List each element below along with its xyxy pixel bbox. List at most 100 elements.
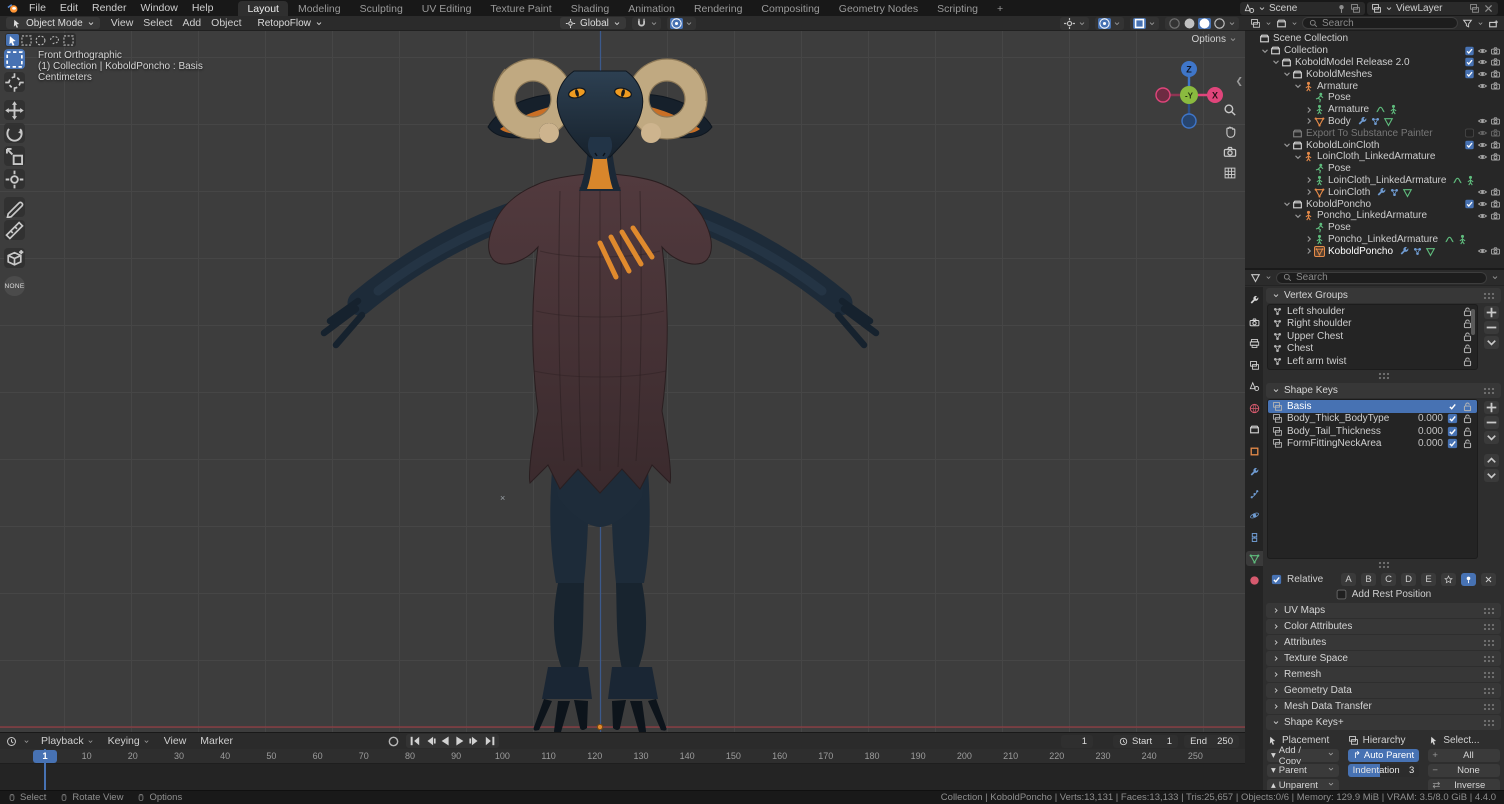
hide-eye-icon[interactable] — [1477, 116, 1488, 126]
expander-down-icon[interactable] — [1282, 69, 1292, 79]
expander-right-icon[interactable] — [1304, 175, 1314, 185]
blender-logo-icon[interactable] — [6, 2, 20, 14]
tab-rendering[interactable]: Rendering — [685, 1, 751, 16]
editor-type-icon[interactable] — [1250, 18, 1261, 29]
snap-controls[interactable] — [631, 16, 661, 30]
relative-checkbox[interactable] — [1271, 574, 1282, 585]
tab-uv-editing[interactable]: UV Editing — [413, 1, 481, 16]
move-tool-button[interactable] — [4, 100, 25, 120]
chevron-down-icon[interactable] — [1148, 18, 1156, 29]
properties-tab-particles[interactable] — [1246, 487, 1263, 502]
menu-render[interactable]: Render — [85, 1, 133, 15]
selectable-checkbox[interactable] — [1464, 140, 1475, 150]
mode-dropdown[interactable]: Object Mode — [6, 17, 100, 29]
properties-tab-output[interactable] — [1246, 336, 1263, 351]
prev-keyframe-button[interactable] — [423, 735, 437, 747]
remove-layer-icon[interactable] — [1483, 3, 1494, 14]
hide-eye-icon[interactable] — [1477, 57, 1488, 67]
select-all-button[interactable]: + All — [1428, 749, 1501, 762]
none-tool-button[interactable]: NONE — [4, 276, 25, 296]
properties-tab-material[interactable] — [1246, 573, 1263, 588]
new-shape-from-mix-button[interactable] — [1441, 572, 1456, 586]
select-box-tool-button[interactable] — [4, 49, 25, 69]
section-geometry-data[interactable]: Geometry Data — [1266, 683, 1501, 698]
lock-icon[interactable] — [1462, 343, 1473, 354]
jump-to-start-button[interactable] — [408, 735, 422, 747]
outliner-row[interactable]: Export To Substance Painter — [1245, 127, 1504, 139]
properties-tab-tool[interactable] — [1246, 293, 1263, 308]
cursor-tool-button[interactable] — [4, 72, 25, 92]
pin-icon[interactable] — [1336, 3, 1347, 14]
properties-tab-object[interactable] — [1246, 444, 1263, 459]
gizmo-neg-z-axis[interactable] — [1181, 113, 1197, 129]
panel-grip[interactable] — [1483, 638, 1495, 647]
chevron-down-icon[interactable] — [1291, 18, 1298, 29]
outliner-row[interactable]: Body — [1245, 116, 1504, 128]
transform-tool-button[interactable] — [4, 169, 25, 189]
hide-eye-icon[interactable] — [1477, 211, 1488, 221]
show-gizmo-icon[interactable] — [1063, 17, 1076, 29]
shape-key-value[interactable]: 0.000 — [1403, 413, 1443, 424]
expander-down-icon[interactable] — [1293, 152, 1303, 162]
expander-right-icon[interactable] — [1304, 105, 1314, 115]
scene-selector[interactable]: Scene — [1240, 1, 1365, 15]
select-box-button[interactable] — [20, 34, 33, 46]
auto-parent-button[interactable]: ↱ Auto Parent — [1347, 749, 1420, 762]
timeline-editor-icon[interactable] — [6, 736, 17, 747]
vertex-weight-e-button[interactable]: E — [1421, 572, 1436, 586]
unparent-button[interactable]: ▴ Unparent — [1267, 779, 1339, 790]
frame-start-field[interactable]: Start 1 — [1113, 734, 1179, 748]
shape-key-row[interactable]: Body_Tail_Thickness 0.000 — [1268, 425, 1477, 438]
section-mesh-data-transfer[interactable]: Mesh Data Transfer — [1266, 699, 1501, 714]
expander-down-icon[interactable] — [1271, 57, 1281, 67]
viewport-menu-object[interactable]: Object — [206, 17, 246, 29]
panel-grip[interactable] — [1483, 606, 1495, 615]
expander-down-icon[interactable] — [1282, 199, 1292, 209]
viewport-menu-select[interactable]: Select — [138, 17, 177, 29]
outliner-row[interactable]: Poncho_LinkedArmature — [1245, 234, 1504, 246]
camera-visibility-icon[interactable] — [1490, 128, 1501, 138]
chevron-down-icon[interactable] — [1477, 18, 1484, 29]
jump-to-end-button[interactable] — [483, 735, 497, 747]
proportional-edit-controls[interactable] — [666, 16, 696, 30]
vertex-weight-b-button[interactable]: B — [1361, 572, 1376, 586]
camera-visibility-icon[interactable] — [1490, 81, 1501, 91]
properties-tab-data[interactable] — [1245, 551, 1263, 566]
section-remesh[interactable]: Remesh — [1266, 667, 1501, 682]
lock-icon[interactable] — [1462, 438, 1473, 449]
selectable-checkbox[interactable] — [1464, 46, 1475, 56]
selectable-checkbox[interactable] — [1464, 57, 1475, 67]
select-header[interactable]: Select... — [1428, 733, 1500, 747]
current-frame-field[interactable]: 1 — [1061, 734, 1094, 748]
selectable-checkbox[interactable] — [1464, 128, 1475, 138]
resize-grip[interactable] — [1263, 559, 1504, 571]
vertex-groups-scrollbar[interactable] — [1471, 309, 1475, 335]
properties-tab-collection[interactable] — [1246, 422, 1263, 437]
snap-magnet-icon[interactable] — [635, 18, 648, 29]
panel-grip[interactable] — [1483, 622, 1495, 631]
properties-tab-modifiers[interactable] — [1246, 465, 1263, 480]
outliner-row[interactable]: Poncho_LinkedArmature — [1245, 210, 1504, 222]
measure-tool-button[interactable] — [4, 220, 25, 240]
shading-material-icon[interactable] — [1198, 17, 1211, 29]
parent-button[interactable]: ▾ Parent — [1267, 764, 1339, 777]
selectable-checkbox[interactable] — [1464, 69, 1475, 79]
properties-search[interactable]: Search — [1276, 271, 1487, 284]
chevron-down-icon[interactable] — [1078, 18, 1086, 29]
viewport-options-dropdown[interactable]: Options — [1192, 34, 1237, 45]
outliner-row[interactable]: KoboldMeshes — [1245, 68, 1504, 80]
shading-rendered-icon[interactable] — [1213, 17, 1226, 29]
new-layer-icon[interactable] — [1469, 3, 1480, 14]
timeline-menu-marker[interactable]: Marker — [195, 735, 238, 747]
shading-wireframe-icon[interactable] — [1168, 17, 1181, 29]
move-shape-key-down-button[interactable] — [1484, 469, 1499, 482]
chevron-down-icon[interactable] — [1265, 18, 1272, 29]
pin-shape-key-button[interactable] — [1461, 572, 1476, 586]
camera-visibility-icon[interactable] — [1490, 46, 1501, 56]
outliner-row[interactable]: Pose — [1245, 222, 1504, 234]
select-circle-button[interactable] — [34, 34, 47, 46]
panel-grip[interactable] — [1483, 670, 1495, 679]
menu-window[interactable]: Window — [133, 1, 184, 15]
remove-shape-key-button[interactable] — [1484, 416, 1499, 429]
clear-shape-keys-button[interactable] — [1481, 572, 1496, 586]
